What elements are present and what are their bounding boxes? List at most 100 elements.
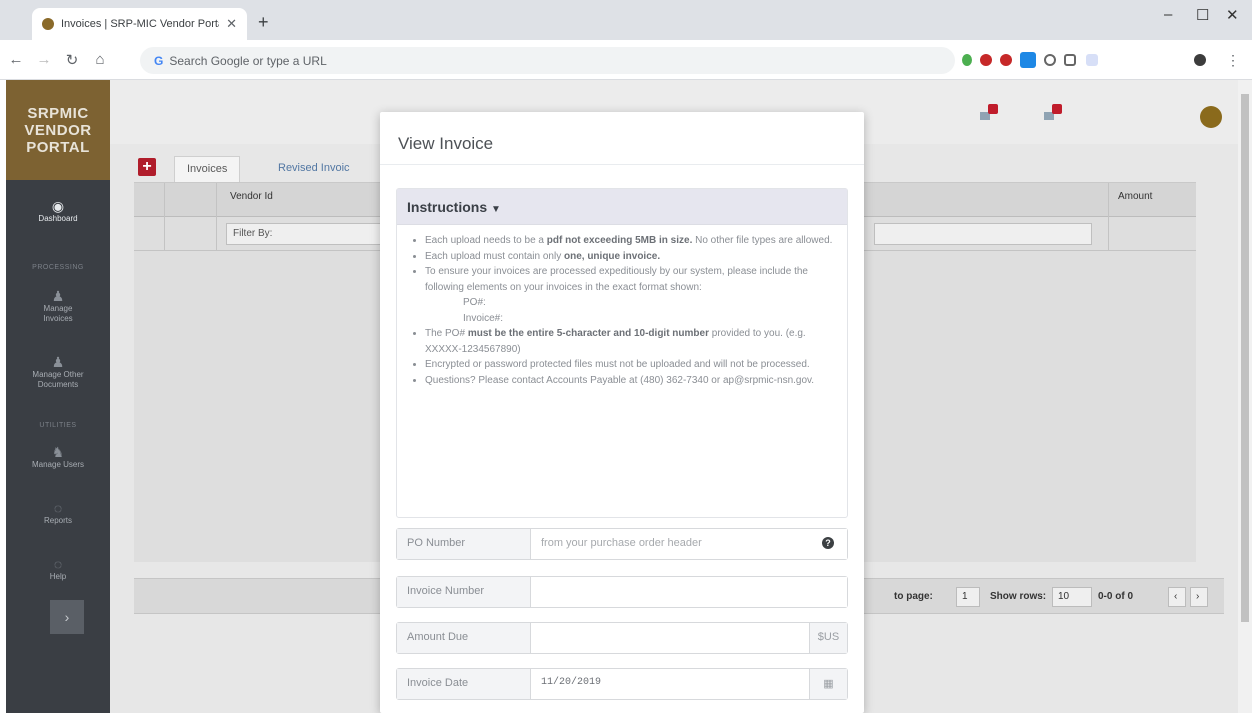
list-item: Encrypted or password protected files mu…: [425, 357, 843, 373]
shield-extension-icon[interactable]: [962, 54, 972, 66]
filter-select[interactable]: Filter By:: [226, 223, 386, 245]
sidebar-item-help[interactable]: ◌ Help: [6, 556, 110, 582]
reload-icon[interactable]: ↻: [60, 51, 84, 69]
list-item: The PO# must be the entire 5-character a…: [425, 326, 843, 357]
list-item: Each upload must contain only one, uniqu…: [425, 249, 843, 265]
currency-addon: $US: [809, 623, 847, 653]
add-invoice-button[interactable]: +: [138, 158, 156, 176]
site-favicon-icon: [42, 18, 54, 30]
column-header-amount[interactable]: Amount: [1118, 191, 1152, 202]
close-window-button[interactable]: ✕: [1226, 6, 1239, 24]
tab-close-icon[interactable]: ✕: [226, 16, 237, 32]
sidebar-item-manage-users[interactable]: ♞ Manage Users: [6, 444, 110, 470]
timer-extension-icon[interactable]: [1044, 54, 1056, 66]
help-icon: ◌: [53, 556, 63, 572]
invoice-number-label: Invoice Number: [397, 577, 531, 607]
show-rows-label: Show rows:: [990, 591, 1047, 602]
address-bar[interactable]: G Search Google or type a URL: [140, 47, 955, 74]
sidebar-item-label: Manage Invoices: [43, 304, 73, 323]
instructions-panel: Instructions ▼ Each upload needs to be a…: [396, 188, 848, 518]
back-icon[interactable]: ←: [4, 51, 28, 68]
instruction-text: The PO#: [425, 328, 468, 339]
user-icon: ♟: [51, 354, 65, 370]
minimize-button[interactable]: –: [1164, 6, 1172, 23]
amount-due-field: Amount Due $US: [396, 622, 848, 654]
list-item: To ensure your invoices are processed ex…: [425, 264, 843, 326]
browser-tab[interactable]: Invoices | SRP-MIC Vendor Portal ✕: [32, 8, 247, 40]
next-page-button[interactable]: ›: [1190, 587, 1208, 607]
table-column-divider: [1108, 183, 1109, 251]
column-header-vendor-id[interactable]: Vendor Id: [230, 191, 273, 202]
sidebar-item-manage-other-documents[interactable]: ♟ Manage Other Documents: [6, 354, 110, 390]
logo-line: SRPMIC: [27, 104, 89, 122]
google-icon: G: [154, 53, 164, 68]
browser-tabbar: Invoices | SRP-MIC Vendor Portal ✕ + – ☐…: [0, 0, 1252, 40]
invoice-date-input[interactable]: 11/20/2019: [531, 669, 809, 699]
filter-input[interactable]: [874, 223, 1092, 245]
portal-logo[interactable]: SRPMIC VENDOR PORTAL: [6, 80, 110, 180]
amount-due-label: Amount Due: [397, 623, 531, 653]
page-range: 0-0 of 0: [1098, 591, 1134, 602]
list-item: Questions? Please contact Accounts Payab…: [425, 373, 843, 389]
notification-icon[interactable]: [1044, 104, 1062, 120]
new-tab-button[interactable]: +: [258, 12, 269, 33]
sidebar-item-label: Manage Other Documents: [32, 370, 84, 389]
invoice-date-field: Invoice Date 11/20/2019 ▦: [396, 668, 848, 700]
tab-revised-invoices[interactable]: Revised Invoic: [266, 156, 362, 182]
instructions-toggle[interactable]: Instructions ▼: [397, 189, 847, 225]
modal-divider: [380, 164, 864, 165]
sidebar-section-processing: PROCESSING: [32, 264, 84, 271]
maximize-button[interactable]: ☐: [1196, 6, 1209, 24]
instruction-text: To ensure your invoices are processed ex…: [425, 266, 808, 293]
avatar[interactable]: [1200, 106, 1222, 128]
po-number-field: PO Number from your purchase order heade…: [396, 528, 848, 560]
instruction-text: Questions? Please contact Accounts Payab…: [425, 374, 815, 386]
dashboard-icon: ◉: [51, 198, 65, 214]
instruction-subitem: PO#:: [463, 297, 486, 308]
po-help-button[interactable]: ?: [809, 529, 847, 559]
prev-page-button[interactable]: ‹: [1168, 587, 1186, 607]
home-icon[interactable]: ⌂: [88, 51, 112, 68]
scrollbar-thumb[interactable]: [1241, 94, 1249, 622]
sidebar-expand-button[interactable]: ›: [50, 600, 84, 634]
question-circle-icon: ?: [822, 537, 834, 549]
instruction-emphasis: one, unique invoice.: [563, 250, 661, 262]
caret-down-icon: ▼: [491, 204, 501, 215]
forward-icon[interactable]: →: [32, 51, 56, 68]
instruction-text: Encrypted or password protected files mu…: [425, 359, 810, 370]
tab-invoices[interactable]: Invoices: [174, 156, 241, 182]
instruction-subitem: Invoice#:: [463, 312, 504, 324]
rows-per-page-select[interactable]: 10: [1052, 587, 1092, 607]
profile-icon[interactable]: [1194, 54, 1206, 66]
menu-icon[interactable]: ⋮: [1226, 53, 1240, 67]
block-extension-icon[interactable]: [1000, 54, 1012, 66]
address-placeholder: Search Google or type a URL: [169, 53, 327, 68]
notes-extension-icon[interactable]: [1064, 54, 1076, 66]
logo-line: VENDOR: [24, 121, 92, 139]
page-number-input[interactable]: 1: [956, 587, 980, 607]
notification-icon[interactable]: [980, 104, 998, 120]
sidebar-item-label: Manage Users: [31, 460, 85, 469]
sidebar-item-label: Help: [49, 572, 67, 581]
reports-icon: ◌: [53, 500, 63, 516]
sidebar-item-dashboard[interactable]: ◉ Dashboard: [6, 198, 110, 224]
sidebar-section-utilities: UTILITIES: [39, 422, 77, 429]
instruction-text: Each upload needs to be a: [425, 235, 547, 246]
goto-page-label: to page:: [894, 591, 933, 602]
po-number-input[interactable]: from your purchase order header: [531, 529, 809, 559]
calendar-icon[interactable]: ▦: [809, 669, 847, 699]
extension-icon[interactable]: [1086, 54, 1098, 66]
page-scrollbar[interactable]: [1238, 80, 1252, 713]
instruction-text: No other file types are allowed.: [692, 235, 833, 246]
instruction-emphasis: must be the entire 5-character and 10-di…: [467, 328, 709, 339]
invoice-number-field: Invoice Number: [396, 576, 848, 608]
block-extension-icon[interactable]: [980, 54, 992, 66]
invoice-number-input[interactable]: [531, 577, 847, 607]
modal-title: View Invoice: [398, 134, 494, 153]
amount-due-input[interactable]: [531, 623, 809, 653]
sidebar-item-reports[interactable]: ◌ Reports: [6, 500, 110, 526]
user-icon: ♟: [51, 288, 65, 304]
screenshot-extension-icon[interactable]: [1020, 52, 1036, 68]
sidebar-item-manage-invoices[interactable]: ♟ Manage Invoices: [6, 288, 110, 324]
table-column-divider: [216, 183, 217, 251]
